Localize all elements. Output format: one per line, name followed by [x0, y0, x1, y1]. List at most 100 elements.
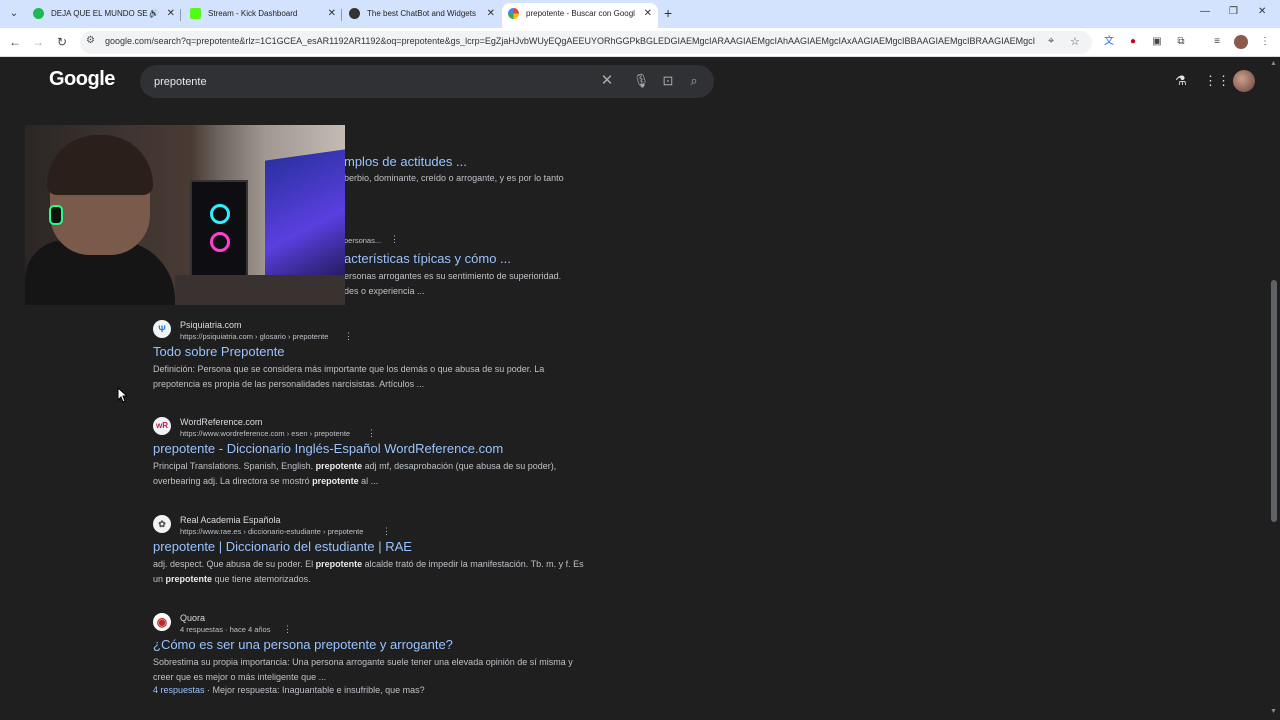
search-input[interactable] — [154, 73, 584, 90]
flask-icon[interactable]: ⚗ — [1172, 72, 1190, 90]
close-icon[interactable]: ✕ — [167, 3, 175, 24]
restore-button[interactable]: ❐ — [1229, 6, 1238, 17]
result-url[interactable]: https://psiquiatria.com › glosario › pre… — [180, 332, 328, 341]
snippet-keyword: prepotente — [315, 461, 363, 471]
result-title[interactable]: prepotente - Diccionario Inglés-Español … — [153, 441, 503, 456]
result-snippet: Sobrestima su propia importancia: Una pe… — [153, 657, 573, 682]
menu-icon[interactable]: ⋮ — [1258, 35, 1272, 49]
extension-icon[interactable]: ▣ — [1150, 35, 1164, 49]
search-result: ✿ Real Academia Española https://www.rae… — [153, 515, 593, 595]
search-result: wR WordReference.com https://www.wordref… — [153, 417, 593, 497]
page-scrollbar[interactable]: ▲ ▼ — [1268, 58, 1280, 720]
location-icon[interactable]: ⌖ — [1048, 35, 1054, 48]
close-icon[interactable]: ✕ — [644, 3, 652, 24]
best-answer-text: Mejor respuesta: Inaguantable e insufrib… — [212, 685, 425, 695]
apps-grid-icon[interactable]: ⋮⋮ — [1204, 72, 1230, 90]
more-options-icon[interactable]: ⋮ — [390, 234, 399, 245]
minimize-button[interactable]: — — [1200, 6, 1210, 17]
more-options-icon[interactable]: ⋮ — [344, 331, 353, 342]
spotify-icon — [33, 8, 44, 19]
tab-title: Stream - Kick Dashboard — [208, 9, 298, 18]
puzzle-icon[interactable]: ⧉ — [1174, 35, 1188, 49]
speaker-icon[interactable]: 🔊 — [149, 3, 159, 24]
browser-toolbar: ← → ↻ ⚙ google.com/search?q=prepotente&r… — [0, 28, 1280, 57]
result-url[interactable]: https://www.rae.es › diccionario-estudia… — [180, 527, 363, 536]
result-site-name[interactable]: WordReference.com — [180, 417, 262, 427]
tab-kick[interactable]: Stream - Kick Dashboard ✕ — [184, 3, 342, 28]
result-site-name[interactable]: Real Academia Española — [180, 515, 281, 525]
microphone-icon[interactable]: 🎙 — [632, 72, 650, 90]
result-title[interactable]: acterísticas típicas y cómo ... — [344, 251, 511, 266]
result-url[interactable]: https://www.wordreference.com › esen › p… — [180, 429, 350, 438]
tab-chatbot[interactable]: The best ChatBot and Widgets ✕ — [343, 3, 501, 28]
fan-image — [210, 232, 230, 252]
new-tab-button[interactable]: + — [664, 5, 672, 21]
more-options-icon[interactable]: ⋮ — [283, 624, 292, 635]
tab-separator — [341, 9, 342, 21]
result-url[interactable]: personas... — [344, 236, 381, 245]
result-snippet: ersonas arrogantes es su sentimiento de … — [344, 271, 562, 281]
profile-avatar[interactable] — [1234, 35, 1248, 49]
scrollbar-thumb[interactable] — [1271, 280, 1277, 522]
more-options-icon[interactable]: ⋮ — [382, 526, 391, 537]
github-icon — [349, 8, 360, 19]
pc-case-image — [190, 180, 248, 290]
fan-image — [210, 204, 230, 224]
result-snippet: adj. despect. Que abusa de su poder. El … — [153, 557, 593, 587]
close-icon[interactable]: ✕ — [598, 72, 616, 90]
site-info-icon[interactable]: ⚙ — [86, 35, 95, 46]
tab-title: The best ChatBot and Widgets — [367, 9, 476, 18]
media-control-icon[interactable]: ≡ — [1210, 35, 1224, 49]
opera-icon[interactable]: ● — [1126, 35, 1140, 49]
result-snippet: Principal Translations. Spanish, English… — [153, 459, 593, 489]
snippet-text: adj. despect. Que abusa de su poder. El — [153, 559, 316, 569]
google-header: Google ✕ 🎙 ⊡ ⌕ ⚗ ⋮⋮ — [0, 58, 1268, 108]
camera-icon[interactable]: ⊡ — [659, 72, 677, 90]
headset-image — [49, 205, 63, 225]
result-title[interactable]: mplos de actitudes ... — [344, 154, 467, 169]
close-icon[interactable]: ✕ — [328, 3, 336, 24]
tab-title: DEJA QUE EL MUNDO SE A — [51, 9, 155, 18]
tab-search-button[interactable]: ⌄ — [6, 6, 22, 22]
bookmark-star-icon[interactable]: ☆ — [1070, 35, 1080, 48]
tab-music[interactable]: DEJA QUE EL MUNDO SE A 🔊 ✕ — [27, 3, 181, 28]
tab-google-search[interactable]: prepotente - Buscar con Googl ✕ — [502, 3, 658, 28]
close-icon[interactable]: ✕ — [487, 3, 495, 24]
back-button[interactable]: ← — [7, 34, 23, 50]
result-site-name[interactable]: Quora — [180, 613, 205, 623]
site-favicon-icon[interactable]: wR — [153, 417, 171, 435]
result-meta: 4 respuestas · hace 4 años — [180, 625, 271, 634]
snippet-text: que tiene atemorizados. — [212, 574, 311, 584]
result-title[interactable]: ¿Cómo es ser una persona prepotente y ar… — [153, 637, 453, 652]
result-snippet: des o experiencia ... — [344, 286, 425, 296]
kick-icon — [190, 8, 201, 19]
mouse-cursor-icon — [117, 387, 127, 403]
search-box: ✕ 🎙 ⊡ ⌕ — [140, 65, 714, 98]
avatar[interactable] — [1233, 70, 1255, 92]
tab-title: prepotente - Buscar con Googl — [526, 9, 635, 18]
snippet-text: al ... — [358, 476, 379, 486]
result-title[interactable]: Todo sobre Prepotente — [153, 344, 285, 359]
desk-image — [175, 275, 345, 305]
snippet-text: Principal Translations. Spanish, English… — [153, 461, 316, 471]
more-options-icon[interactable]: ⋮ — [367, 428, 376, 439]
result-title[interactable]: prepotente | Diccionario del estudiante … — [153, 539, 412, 554]
result-site-name[interactable]: Psiquiatria.com — [180, 320, 242, 330]
site-favicon-icon[interactable]: ◉ — [153, 613, 171, 631]
search-icon[interactable]: ⌕ — [685, 72, 703, 90]
result-answers: 4 respuestas · Mejor respuesta: Inaguant… — [153, 685, 425, 695]
url-text[interactable]: google.com/search?q=prepotente&rlz=1C1GC… — [105, 36, 1035, 46]
translate-icon[interactable]: 文 — [1102, 35, 1116, 49]
close-window-button[interactable]: ✕ — [1258, 6, 1266, 17]
reload-button[interactable]: ↻ — [54, 34, 70, 50]
scroll-up-arrow[interactable]: ▲ — [1270, 60, 1277, 67]
forward-button[interactable]: → — [30, 34, 46, 50]
snippet-keyword: prepotente — [165, 574, 213, 584]
google-logo[interactable]: Google — [49, 68, 115, 91]
site-favicon-icon[interactable]: Ψ — [153, 320, 171, 338]
scroll-down-arrow[interactable]: ▼ — [1270, 708, 1277, 715]
site-favicon-icon[interactable]: ✿ — [153, 515, 171, 533]
answers-link[interactable]: 4 respuestas — [153, 685, 205, 695]
address-bar[interactable]: ⚙ google.com/search?q=prepotente&rlz=1C1… — [80, 31, 1092, 54]
search-result: ◉ Quora 4 respuestas · hace 4 años ⋮ ¿Có… — [153, 613, 593, 709]
